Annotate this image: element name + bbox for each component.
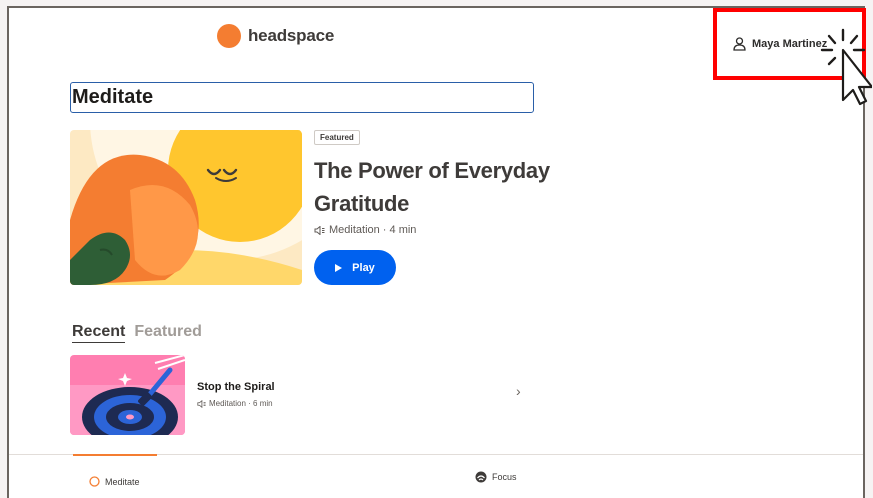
featured-artwork[interactable]: [70, 130, 302, 285]
nav-focus[interactable]: Focus: [475, 471, 517, 483]
play-button[interactable]: Play: [314, 250, 396, 285]
focus-icon: [475, 471, 487, 483]
user-icon: [733, 37, 746, 51]
nav-meditate-label: Meditate: [105, 476, 140, 487]
gratitude-illustration: [70, 130, 302, 285]
logo-dot-icon: [217, 24, 241, 48]
user-name: Maya Martinez: [752, 38, 828, 50]
item-title: Stop the Spiral: [197, 381, 275, 393]
headspace-logo[interactable]: headspace: [217, 24, 334, 48]
active-nav-indicator: [73, 454, 157, 456]
app-window: headspace Maya Martinez Featured The Pow…: [7, 6, 865, 498]
featured-title[interactable]: The Power of Everyday Gratitude: [314, 154, 574, 220]
nav-focus-label: Focus: [492, 472, 517, 482]
tab-recent[interactable]: Recent: [72, 323, 126, 343]
brand-name: headspace: [248, 26, 335, 45]
user-account-button[interactable]: Maya Martinez: [733, 37, 827, 51]
click-cursor-icon: [820, 28, 872, 106]
play-icon: [335, 263, 343, 272]
nav-meditate[interactable]: Meditate: [89, 476, 140, 487]
page-title-input[interactable]: [70, 82, 534, 113]
speaker-icon: [314, 225, 325, 235]
content-tabs: Recent Featured: [72, 323, 211, 343]
featured-badge: Featured: [314, 130, 360, 145]
item-meta: Meditation · 6 min: [197, 399, 273, 408]
item-artwork: [70, 355, 185, 435]
chevron-right-icon[interactable]: ›: [516, 383, 521, 399]
item-meta-text: Meditation · 6 min: [209, 399, 273, 408]
meditate-icon: [89, 476, 100, 487]
play-label: Play: [352, 261, 375, 274]
featured-meta: Meditation · 4 min: [314, 224, 416, 236]
speaker-icon: [197, 399, 206, 408]
spiral-illustration: [70, 355, 185, 435]
bottom-navigation: Meditate Focus: [9, 454, 863, 498]
list-item-stop-the-spiral[interactable]: Stop the Spiral Meditation · 6 min ›: [70, 355, 530, 435]
tab-featured[interactable]: Featured: [134, 323, 202, 343]
featured-meta-text: Meditation · 4 min: [329, 224, 417, 236]
